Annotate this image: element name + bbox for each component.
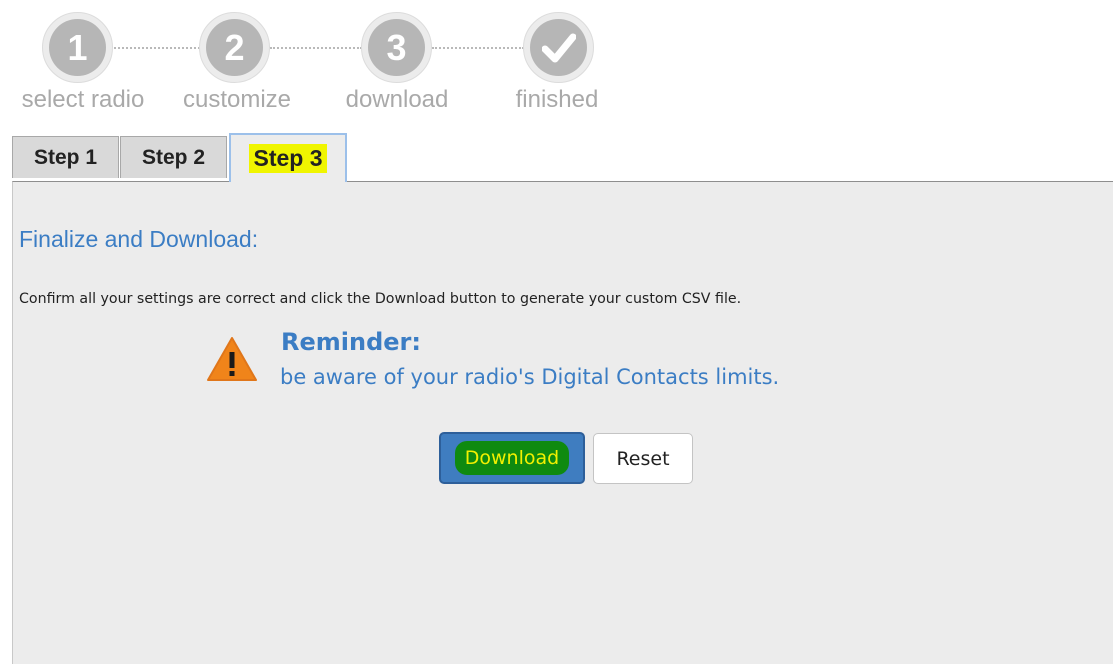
warning-icon	[207, 337, 257, 381]
step-number: 2	[206, 19, 263, 76]
progress-step-3: 3	[361, 12, 432, 83]
tab-label: Step 3	[249, 144, 327, 173]
download-button-label: Download	[454, 441, 570, 475]
tab-step-3[interactable]: Step 3	[229, 133, 347, 182]
tab-step-2[interactable]: Step 2	[120, 136, 227, 178]
tab-label: Step 2	[141, 145, 206, 169]
reminder-text: be aware of your radio's Digital Contact…	[280, 365, 780, 389]
progress-connector	[270, 47, 362, 49]
panel-title: Finalize and Download:	[19, 226, 259, 252]
step-label: finished	[515, 86, 599, 113]
step-number: 1	[49, 19, 106, 76]
download-button[interactable]: Download	[439, 432, 585, 484]
step-label: customize	[182, 86, 292, 113]
step-label: select radio	[21, 86, 145, 113]
reminder-title: Reminder:	[281, 328, 421, 356]
step-label: download	[345, 86, 449, 113]
progress-connector	[114, 47, 200, 49]
checkmark-icon	[530, 19, 587, 76]
step-3-panel: Finalize and Download: Confirm all your …	[12, 181, 1113, 664]
progress-step-finished	[523, 12, 594, 83]
tab-label: Step 1	[33, 145, 98, 169]
progress-step-1: 1	[42, 12, 113, 83]
step-number: 3	[368, 19, 425, 76]
progress-wizard: 1 2 3 select radio customize download fi…	[0, 0, 640, 125]
reset-button[interactable]: Reset	[593, 433, 693, 484]
instructions-text: Confirm all your settings are correct an…	[19, 291, 742, 307]
progress-step-2: 2	[199, 12, 270, 83]
progress-connector	[432, 47, 524, 49]
tab-step-1[interactable]: Step 1	[12, 136, 119, 178]
